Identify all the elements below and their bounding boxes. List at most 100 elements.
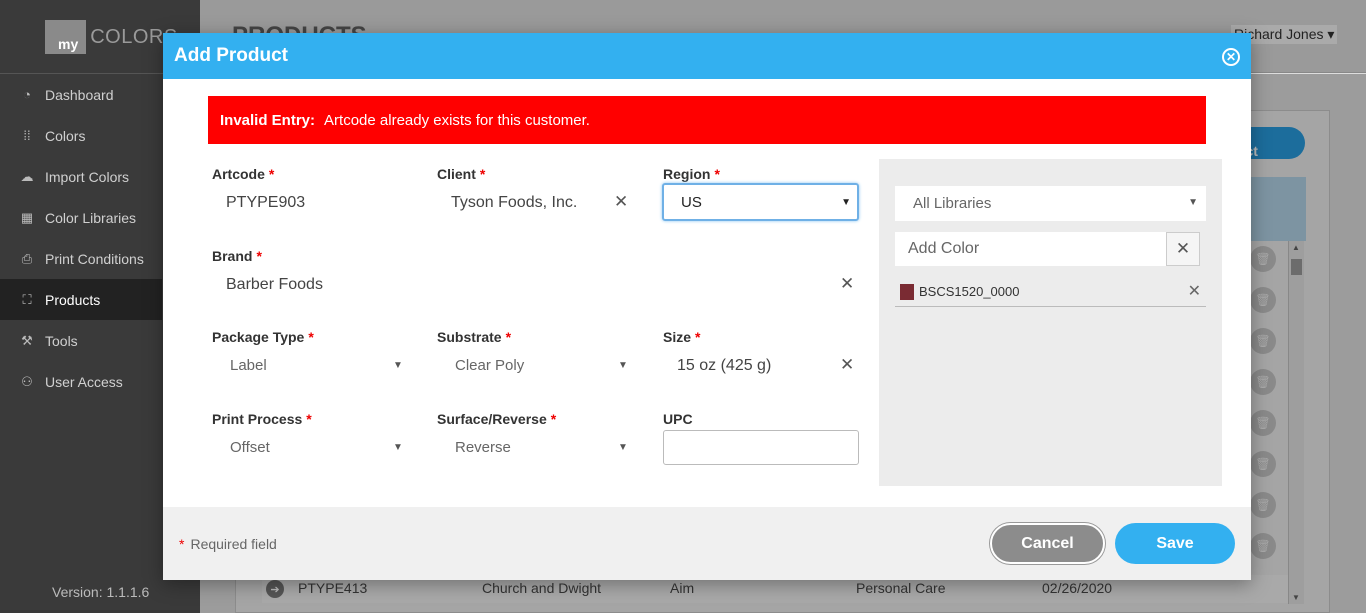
sidebar-item-label: Products bbox=[45, 291, 101, 308]
print-process-select[interactable]: Offset bbox=[230, 439, 270, 456]
client-label-text: Client bbox=[437, 166, 476, 182]
print-icon: ⎙ bbox=[21, 250, 33, 266]
modal-header: Add Product bbox=[163, 33, 1251, 79]
alert-message: Artcode already exists for this customer… bbox=[324, 111, 590, 129]
substrate-label: Substrate * bbox=[437, 329, 511, 345]
package-type-select[interactable]: Label bbox=[230, 357, 267, 374]
library-select-value: All Libraries bbox=[913, 195, 992, 212]
surface-reverse-label-text: Surface/Reverse bbox=[437, 411, 547, 427]
brand-field[interactable]: Barber Foods bbox=[226, 276, 323, 294]
sidebar-item-label: Color Libraries bbox=[45, 209, 137, 226]
surface-reverse-select[interactable]: Reverse bbox=[455, 439, 511, 456]
brand-label: Brand * bbox=[212, 248, 262, 264]
clear-size-icon[interactable]: ✕ bbox=[840, 355, 854, 375]
substrate-label-text: Substrate bbox=[437, 329, 502, 345]
sidebar-item-label: Import Colors bbox=[45, 168, 130, 185]
client-field[interactable]: Tyson Foods, Inc. bbox=[451, 194, 577, 212]
chevron-down-icon[interactable]: ▼ bbox=[393, 360, 403, 371]
row-category: Personal Care bbox=[856, 580, 946, 596]
required-marker: * bbox=[306, 411, 312, 427]
sidebar-item-products[interactable]: ⛶ Products bbox=[0, 279, 162, 320]
upc-input[interactable] bbox=[663, 430, 859, 465]
trash-icon[interactable]: 🗑 bbox=[1250, 328, 1276, 354]
clear-client-icon[interactable]: ✕ bbox=[614, 192, 628, 212]
required-note: * Required field bbox=[179, 536, 277, 552]
row-brand: Aim bbox=[670, 580, 695, 596]
save-button[interactable]: Save bbox=[1115, 523, 1235, 564]
chevron-down-icon: ▼ bbox=[1188, 197, 1198, 208]
brand-label-text: Brand bbox=[212, 248, 253, 264]
trash-icon[interactable]: 🗑 bbox=[1250, 533, 1276, 559]
app-version: Version: 1.1.1.6 bbox=[52, 584, 150, 600]
trash-icon[interactable]: 🗑 bbox=[1250, 451, 1276, 477]
chevron-down-icon[interactable]: ▼ bbox=[393, 442, 403, 453]
print-process-label-text: Print Process bbox=[212, 411, 303, 427]
alert-prefix: Invalid Entry: bbox=[220, 111, 316, 129]
substrate-select[interactable]: Clear Poly bbox=[455, 357, 524, 374]
clear-brand-icon[interactable]: ✕ bbox=[840, 274, 854, 294]
scroll-up-icon[interactable]: ▲ bbox=[1292, 243, 1300, 252]
remove-color-icon[interactable]: ✕ bbox=[1188, 281, 1201, 301]
add-color-input[interactable]: Add Color bbox=[895, 232, 1167, 266]
region-value: US bbox=[681, 194, 702, 211]
modal-footer: * Required field Cancel Save bbox=[163, 507, 1251, 580]
artcode-field[interactable]: PTYPE903 bbox=[226, 194, 305, 212]
arrow-right-icon[interactable]: ➔ bbox=[266, 580, 284, 598]
list-item[interactable]: BSCS1520_0000 ✕ bbox=[895, 279, 1206, 307]
cloud-download-icon: ☁ bbox=[20, 168, 34, 184]
sidebar-item-label: Dashboard bbox=[45, 86, 114, 103]
package-type-label-text: Package Type bbox=[212, 329, 305, 345]
products-icon: ⛶ bbox=[22, 291, 32, 307]
required-marker: * bbox=[256, 248, 262, 264]
size-label: Size * bbox=[663, 329, 700, 345]
clear-add-color-icon[interactable]: ✕ bbox=[1166, 232, 1200, 266]
sidebar-item-label: User Access bbox=[45, 373, 123, 390]
close-icon[interactable]: ✕ bbox=[1222, 48, 1240, 66]
required-marker: * bbox=[550, 411, 557, 427]
sidebar-item-label: Colors bbox=[45, 127, 86, 144]
artcode-label: Artcode * bbox=[212, 166, 274, 182]
scroll-down-icon[interactable]: ▼ bbox=[1292, 593, 1300, 602]
upc-label: UPC bbox=[663, 411, 693, 427]
cancel-button[interactable]: Cancel bbox=[990, 523, 1105, 564]
row-date: 02/26/2020 bbox=[1042, 580, 1113, 596]
colors-panel: All Libraries ▼ Add Color ✕ BSCS1520_000… bbox=[879, 159, 1222, 486]
required-marker: * bbox=[179, 536, 185, 552]
add-product-modal: Add Product ✕ Invalid Entry: Artcode alr… bbox=[163, 33, 1251, 580]
region-label: Region * bbox=[663, 166, 720, 182]
package-type-label: Package Type * bbox=[212, 329, 314, 345]
region-label-text: Region bbox=[663, 166, 711, 182]
region-select[interactable]: US ▼ bbox=[662, 183, 859, 221]
print-process-label: Print Process * bbox=[212, 411, 312, 427]
required-marker: * bbox=[695, 329, 701, 345]
trash-icon[interactable]: 🗑 bbox=[1250, 246, 1276, 272]
library-select[interactable]: All Libraries ▼ bbox=[895, 186, 1206, 221]
chevron-down-icon[interactable]: ▼ bbox=[618, 442, 628, 453]
chevron-down-icon: ▼ bbox=[841, 197, 851, 208]
client-label: Client * bbox=[437, 166, 485, 182]
row-artcode: PTYPE413 bbox=[298, 580, 368, 596]
color-swatch bbox=[900, 284, 914, 300]
sidebar-item-label: Tools bbox=[45, 332, 78, 349]
trash-icon[interactable]: 🗑 bbox=[1250, 287, 1276, 313]
size-field[interactable]: 15 oz (425 g) bbox=[677, 357, 771, 375]
trash-icon[interactable]: 🗑 bbox=[1250, 492, 1276, 518]
add-color-placeholder: Add Color bbox=[908, 240, 980, 257]
artcode-label-text: Artcode bbox=[212, 166, 265, 182]
trash-icon[interactable]: 🗑 bbox=[1250, 410, 1276, 436]
chevron-down-icon[interactable]: ▼ bbox=[618, 360, 628, 371]
color-name: BSCS1520_0000 bbox=[919, 284, 1020, 299]
logo-prefix: my bbox=[45, 20, 87, 54]
table-scrollbar[interactable]: ▲ ▼ bbox=[1288, 241, 1304, 604]
libraries-icon: ▦ bbox=[20, 209, 34, 225]
scroll-thumb[interactable] bbox=[1291, 259, 1302, 275]
app-logo[interactable]: my COLORS bbox=[45, 20, 178, 54]
required-note-text: Required field bbox=[190, 536, 277, 552]
dashboard-icon: ◔ bbox=[23, 87, 31, 102]
chevron-down-icon: ▾ bbox=[1327, 26, 1335, 42]
required-marker: * bbox=[308, 329, 314, 345]
required-marker: * bbox=[714, 166, 720, 182]
sidebar-item-label: Print Conditions bbox=[45, 250, 144, 267]
trash-icon[interactable]: 🗑 bbox=[1250, 369, 1276, 395]
required-marker: * bbox=[268, 166, 275, 182]
